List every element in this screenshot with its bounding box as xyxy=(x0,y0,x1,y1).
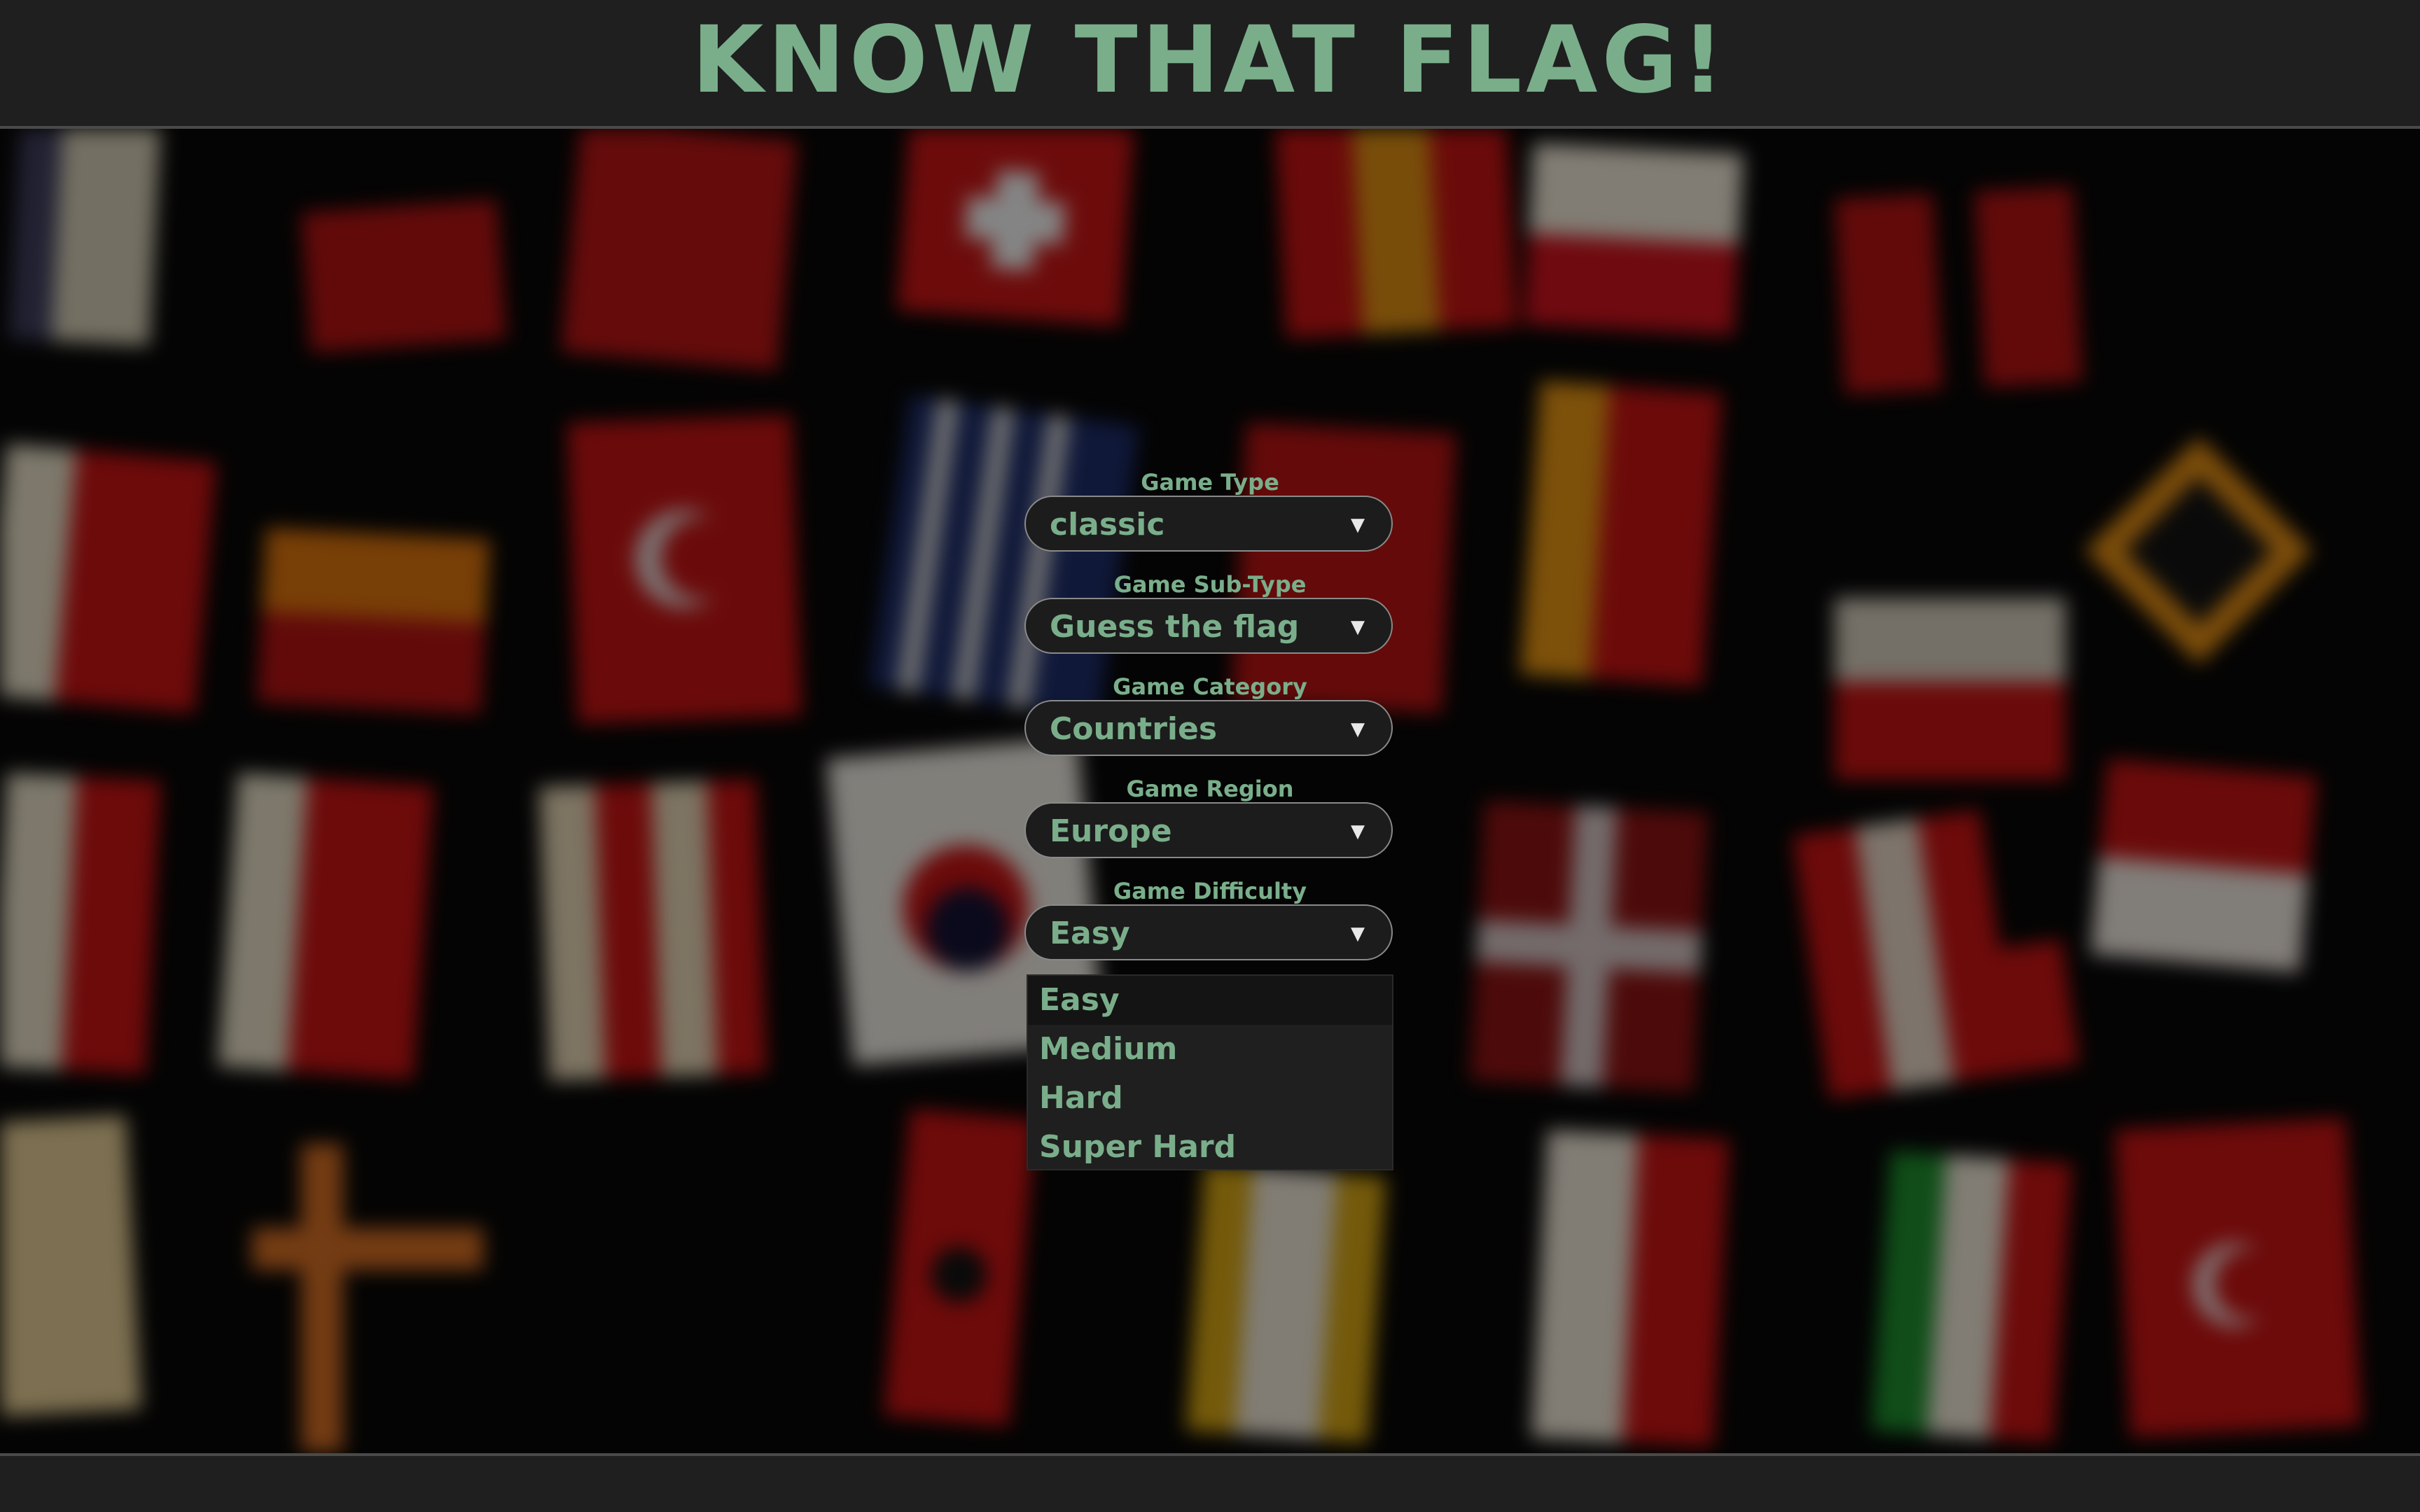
game-setup-screen: KNOW THAT FLAG! Game Type classic ▼ Game… xyxy=(0,0,2420,1512)
game-type-select[interactable]: classic ▼ xyxy=(1024,496,1393,552)
game-difficulty-label: Game Difficulty xyxy=(1113,878,1307,904)
game-type-value: classic xyxy=(1050,507,1165,542)
field-game-difficulty: Game Difficulty Easy ▼ xyxy=(1024,878,1396,960)
game-type-label: Game Type xyxy=(1141,469,1279,496)
game-category-value: Countries xyxy=(1050,711,1218,747)
game-sub-type-value: Guess the flag xyxy=(1050,609,1300,645)
game-sub-type-select[interactable]: Guess the flag ▼ xyxy=(1024,598,1393,654)
header-bar: KNOW THAT FLAG! xyxy=(0,0,2420,129)
chevron-down-icon: ▼ xyxy=(1351,719,1365,740)
game-region-label: Game Region xyxy=(1126,776,1294,802)
chevron-down-icon: ▼ xyxy=(1351,923,1365,944)
chevron-down-icon: ▼ xyxy=(1351,514,1365,536)
chevron-down-icon: ▼ xyxy=(1351,821,1365,842)
game-region-value: Europe xyxy=(1050,813,1172,849)
game-category-select[interactable]: Countries ▼ xyxy=(1024,700,1393,756)
difficulty-option-easy[interactable]: Easy xyxy=(1028,976,1392,1025)
chevron-down-icon: ▼ xyxy=(1351,617,1365,638)
field-game-type: Game Type classic ▼ xyxy=(1024,469,1396,552)
game-difficulty-select[interactable]: Easy ▼ xyxy=(1024,904,1393,960)
game-sub-type-label: Game Sub-Type xyxy=(1113,571,1307,598)
field-game-region: Game Region Europe ▼ xyxy=(1024,776,1396,858)
difficulty-option-medium[interactable]: Medium xyxy=(1028,1025,1392,1074)
field-game-category: Game Category Countries ▼ xyxy=(1024,673,1396,756)
app-title: KNOW THAT FLAG! xyxy=(692,6,1728,114)
difficulty-option-hard[interactable]: Hard xyxy=(1028,1074,1392,1123)
difficulty-option-super-hard[interactable]: Super Hard xyxy=(1028,1123,1392,1172)
game-region-select[interactable]: Europe ▼ xyxy=(1024,802,1393,858)
difficulty-dropdown-list: Easy Medium Hard Super Hard xyxy=(1027,974,1393,1170)
game-difficulty-value: Easy xyxy=(1050,916,1130,951)
footer-bar xyxy=(0,1453,2420,1512)
game-category-label: Game Category xyxy=(1113,673,1307,700)
field-game-sub-type: Game Sub-Type Guess the flag ▼ xyxy=(1024,571,1396,654)
